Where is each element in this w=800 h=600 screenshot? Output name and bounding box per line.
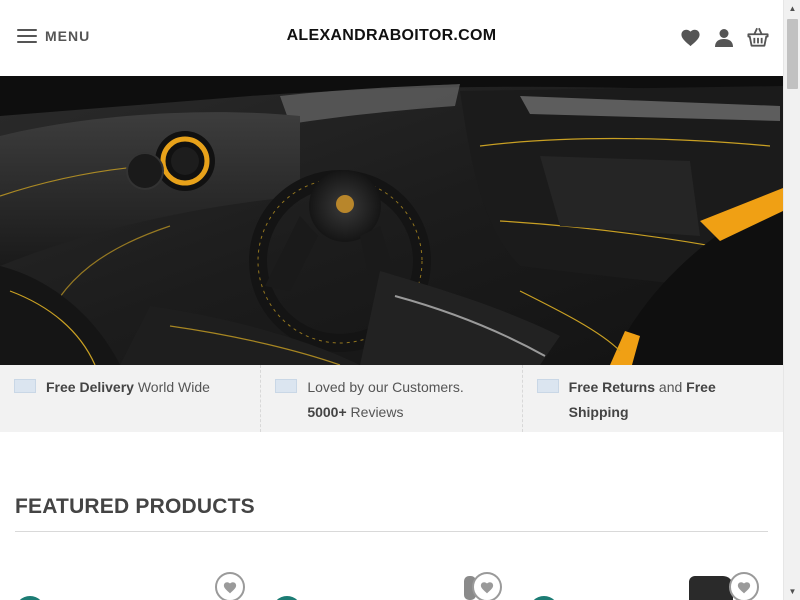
site-title-link[interactable]: ALEXANDRABOITOR.COM — [0, 27, 783, 45]
returns-icon — [536, 379, 559, 393]
feature-mid: and — [655, 379, 687, 395]
heart-icon — [737, 581, 751, 593]
user-icon[interactable] — [713, 26, 735, 48]
feature-pre: Loved by our Customers. — [307, 379, 464, 395]
feature-free-returns: Free Returns and Free Shipping — [521, 365, 783, 432]
hero-banner[interactable] — [0, 76, 783, 365]
feature-rest: Reviews — [346, 404, 404, 420]
site-header: MENU ALEXANDRABOITOR.COM — [0, 0, 783, 76]
product-card[interactable] — [15, 560, 255, 600]
scroll-up-arrow-icon[interactable]: ▲ — [784, 0, 800, 17]
feature-free-delivery: Free Delivery World Wide — [0, 365, 260, 432]
feature-bold: Free Delivery — [46, 379, 134, 395]
heart-icon — [480, 581, 494, 593]
delivery-icon — [14, 379, 36, 393]
feature-reviews: Loved by our Customers. 5000+ Reviews — [260, 365, 521, 432]
feature-bold: Free Returns — [568, 379, 656, 395]
feature-bold: 5000+ — [307, 404, 347, 420]
reviews-icon — [275, 379, 298, 393]
featured-products-title: FEATURED PRODUCTS — [15, 495, 255, 518]
header-icons — [679, 26, 769, 48]
feature-text: Loved by our Customers. 5000+ Reviews — [307, 375, 463, 425]
product-card[interactable] — [529, 560, 769, 600]
scroll-down-arrow-icon[interactable]: ▼ — [784, 583, 800, 600]
feature-rest: World Wide — [133, 379, 210, 395]
features-bar: Free Delivery World Wide Loved by our Cu… — [0, 365, 783, 432]
feature-text: Free Returns and Free Shipping — [569, 375, 769, 425]
car-interior-photo — [0, 76, 783, 365]
section-divider — [15, 531, 768, 532]
wishlist-button[interactable] — [472, 572, 502, 600]
sale-badge — [529, 596, 559, 600]
heart-icon[interactable] — [679, 26, 701, 48]
sale-badge — [272, 596, 302, 600]
vertical-scrollbar[interactable]: ▲ ▼ — [783, 0, 800, 600]
basket-icon[interactable] — [747, 26, 769, 48]
wishlist-button[interactable] — [215, 572, 245, 600]
product-image — [689, 576, 733, 600]
product-card[interactable] — [272, 560, 512, 600]
scroll-thumb[interactable] — [787, 19, 798, 89]
wishlist-button[interactable] — [729, 572, 759, 600]
heart-icon — [223, 581, 237, 593]
sale-badge — [15, 596, 45, 600]
feature-text: Free Delivery World Wide — [46, 375, 210, 400]
